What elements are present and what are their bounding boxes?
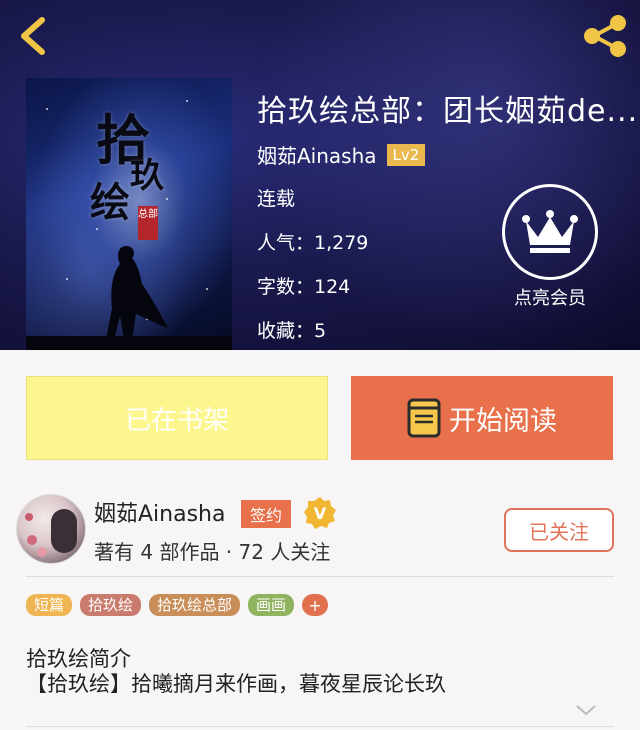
in-bookshelf-button[interactable]: 已在书架 xyxy=(26,376,328,460)
member-label: 点亮会员 xyxy=(514,288,586,309)
divider-top xyxy=(26,576,614,577)
light-up-member-button[interactable]: 点亮会员 xyxy=(498,184,602,314)
book-author-name[interactable]: 姻茹Ainasha xyxy=(257,140,377,169)
tag-list: 短篇 拾玖绘 拾玖绘总部 画画 + xyxy=(26,594,329,616)
share-icon xyxy=(584,15,626,57)
author-stats: 著有 4 部作品 · 72 人关注 xyxy=(94,540,331,564)
tag-drawing[interactable]: 画画 xyxy=(248,594,295,616)
cover-silhouette xyxy=(26,246,232,350)
book-icon xyxy=(407,398,441,438)
tag-19hui[interactable]: 拾玖绘 xyxy=(80,594,142,616)
book-word-count: 字数：124 xyxy=(257,276,351,298)
avatar[interactable] xyxy=(16,494,86,564)
book-popularity: 人气：1,279 xyxy=(257,232,369,254)
share-button[interactable] xyxy=(580,14,630,58)
author-name[interactable]: 姻茹Ainasha xyxy=(94,496,225,528)
verified-badge: V xyxy=(303,496,337,534)
avatar-figure xyxy=(51,509,77,553)
chevron-left-icon xyxy=(21,17,45,55)
divider-bottom xyxy=(26,726,614,727)
intro-body: 【拾玖绘】拾曦摘月来作画，暮夜星辰论长玖 xyxy=(26,672,446,696)
book-status: 连载 xyxy=(257,188,296,210)
expand-button[interactable] xyxy=(575,702,597,718)
back-button[interactable] xyxy=(14,14,54,58)
book-title: 拾玖绘总部：团长姻茹de... xyxy=(257,94,637,129)
avatar-flower-2 xyxy=(37,547,47,557)
svg-text:V: V xyxy=(314,504,327,523)
member-circle xyxy=(502,184,598,280)
level-badge: Lv2 xyxy=(386,143,426,166)
tag-short[interactable]: 短篇 xyxy=(26,594,73,616)
verified-icon: V xyxy=(304,497,336,529)
book-favorites: 收藏：5 xyxy=(257,320,327,342)
start-reading-button[interactable]: 开始阅读 xyxy=(351,376,613,460)
avatar-flower-1 xyxy=(27,535,37,545)
avatar-flower-3 xyxy=(25,513,33,521)
crown-icon xyxy=(522,210,578,253)
author-card[interactable]: 姻茹Ainasha 签约 V 著有 4 部作品 · 72 人关注 已关注 xyxy=(0,490,640,574)
chevron-down-icon xyxy=(576,705,596,716)
signed-badge: 签约 xyxy=(241,500,292,528)
add-tag-button[interactable]: + xyxy=(302,594,329,616)
book-author-line: 姻茹Ainasha Lv2 xyxy=(257,140,426,169)
followed-button[interactable]: 已关注 xyxy=(504,508,614,552)
start-reading-label: 开始阅读 xyxy=(449,405,557,437)
tag-19hui-hq[interactable]: 拾玖绘总部 xyxy=(149,594,241,616)
book-cover[interactable]: 拾 玖 绘 总部 xyxy=(26,78,232,350)
